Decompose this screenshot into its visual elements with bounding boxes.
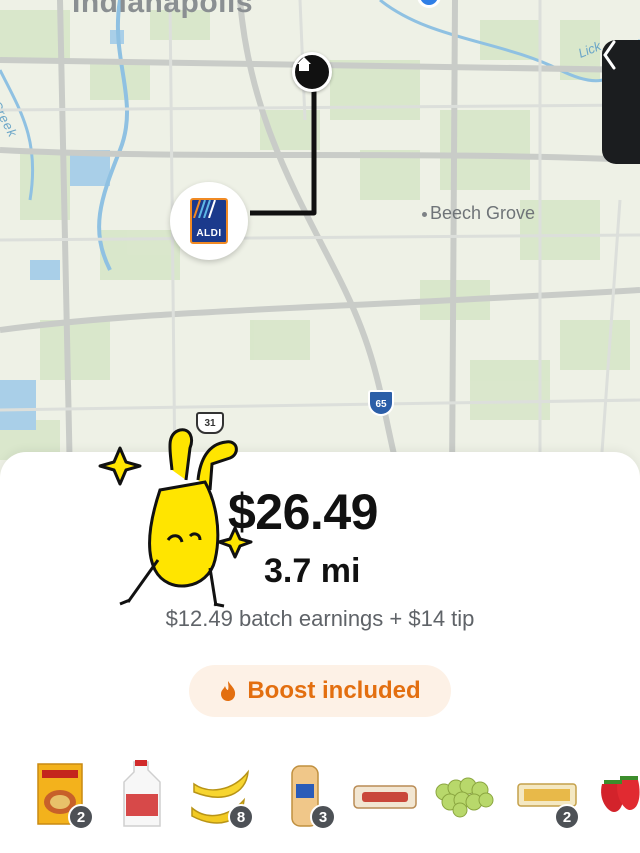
aldi-stripes-icon [193,200,216,218]
cookies-icon [353,785,417,809]
map-city-label: Indianapolis [72,0,254,19]
item-count-badge: 8 [228,804,254,830]
highway-65-shield: 65 [368,390,394,416]
map-view[interactable]: Indianapolis Beech Grove Creek Lick ALDI… [0,0,640,480]
item-cookies[interactable] [350,750,420,830]
item-pasta-kit[interactable]: 2 [30,750,100,830]
item-cake-pack[interactable]: 2 [514,750,584,830]
store-pin[interactable]: ALDI [170,182,248,260]
boost-badge: Boost included [189,665,451,717]
item-strip[interactable]: 2 8 3 2 [0,750,640,840]
item-bananas[interactable]: 8 [188,750,258,830]
milk-gallon-icon [123,760,161,827]
boost-label: Boost included [247,677,421,704]
side-panel-toggle[interactable] [602,40,640,164]
item-count-badge: 2 [554,804,580,830]
batch-distance: 3.7 mi [264,552,361,590]
item-strawberries[interactable] [594,750,640,830]
aldi-logo-text: ALDI [196,228,222,239]
strawberries-icon [601,776,640,812]
item-grapes[interactable] [432,750,502,830]
item-count-badge: 2 [68,804,94,830]
chevron-left-icon [603,40,616,70]
grapes-icon [435,777,494,818]
earnings-breakdown: $12.49 batch earnings + $14 tip [165,606,475,631]
home-icon [297,57,311,71]
home-pin-icon[interactable] [292,52,332,92]
item-bread[interactable]: 3 [272,750,342,830]
app-screen: Indianapolis Beech Grove Creek Lick ALDI… [0,0,640,853]
batch-amount: $26.49 [228,484,378,540]
aldi-logo-icon: ALDI [190,198,228,244]
map-place-label: Beech Grove [421,203,536,223]
item-count-badge: 3 [310,804,336,830]
item-milk-gallon[interactable] [112,750,182,830]
flame-icon [221,681,236,701]
